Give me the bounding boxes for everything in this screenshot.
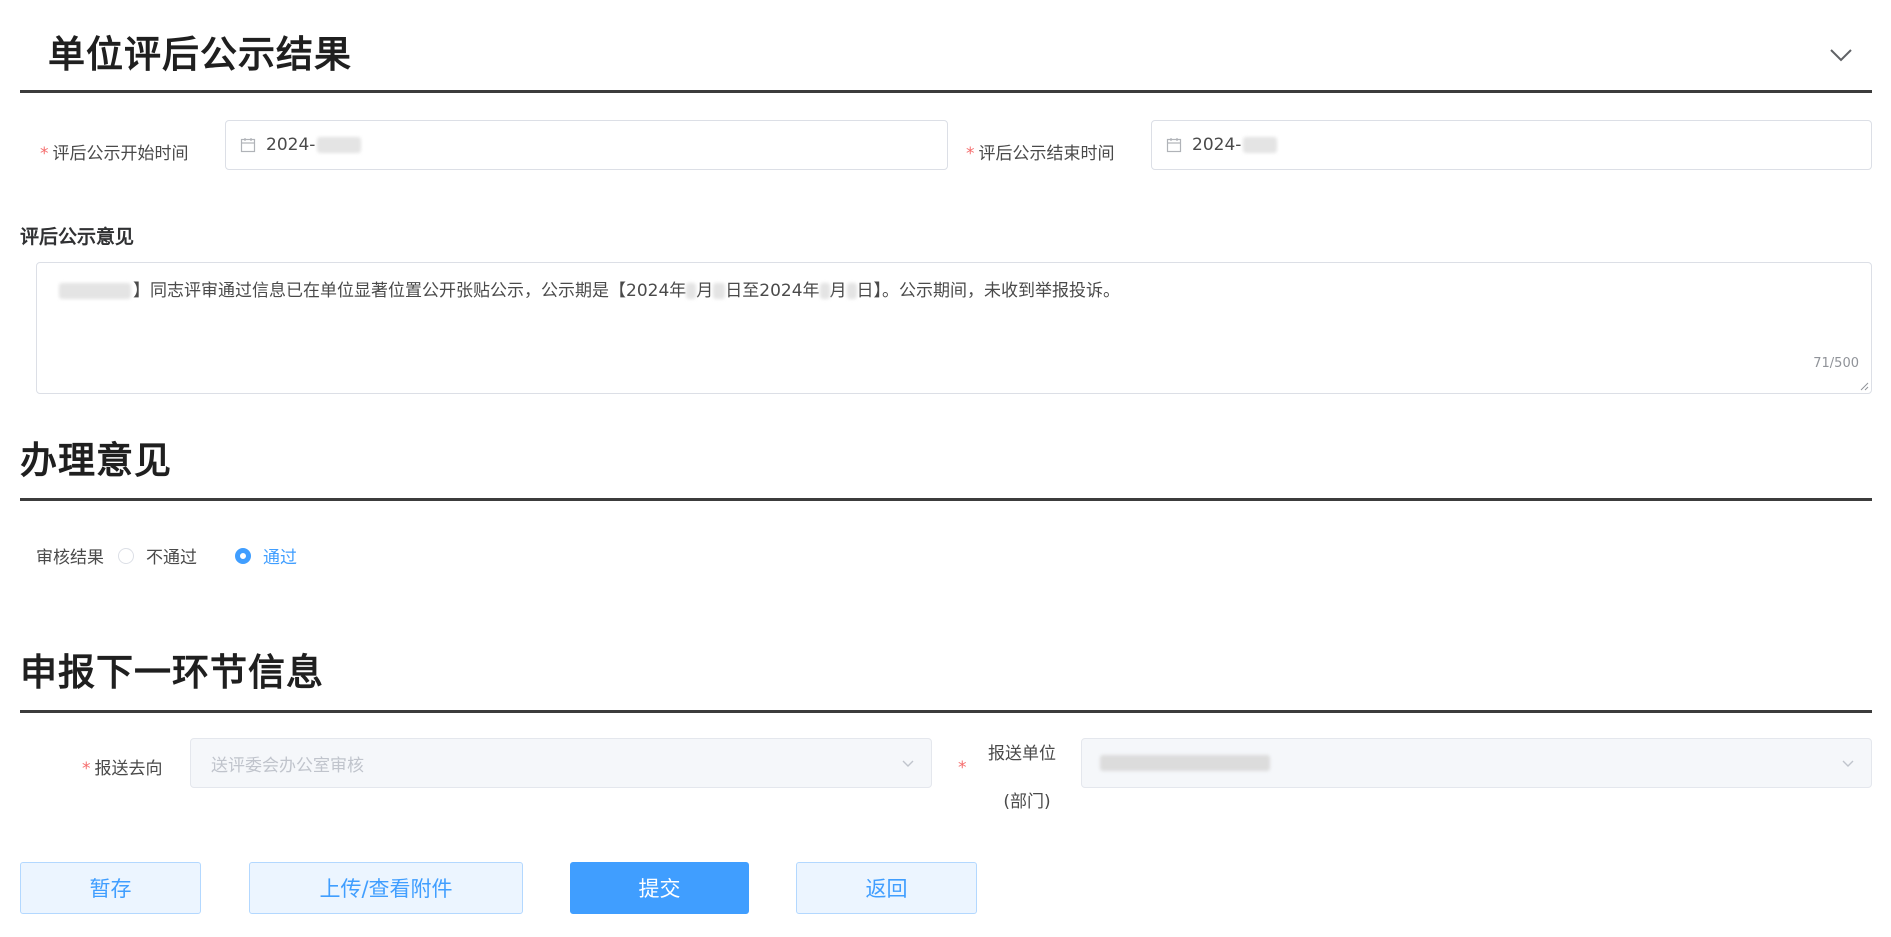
redacted-mask [1243,137,1278,153]
redacted-mask [713,283,726,299]
required-mark: * [82,759,91,779]
calendar-icon [240,138,256,153]
send-unit-select[interactable] [1081,738,1872,788]
redacted-mask [317,137,362,153]
back-button[interactable]: 返回 [796,862,977,914]
end-time-value: 2024- [1192,135,1242,155]
start-time-input[interactable]: 2024- [225,120,948,170]
review-result-row: 审核结果 不通过 通过 [36,543,335,568]
redacted-mask [59,283,131,299]
review-result-label: 审核结果 [36,548,104,568]
opinion-text: 】同志评审通过信息已在单位显著位置公开张贴公示，公示期是【2024年月日至202… [59,281,1120,301]
section-title: 单位评后公示结果 [48,33,352,76]
start-time-label: * 评后公示开始时间 [40,144,189,164]
end-time-label: * 评后公示结束时间 [966,144,1115,164]
chevron-down-icon [1842,760,1854,767]
redacted-mask [686,283,697,299]
opinion-textarea[interactable]: 】同志评审通过信息已在单位显著位置公开张贴公示，公示期是【2024年月日至202… [36,262,1872,394]
send-unit-label: 报送单位 (部门) [988,744,1056,812]
redacted-mask [846,283,857,299]
save-draft-button[interactable]: 暂存 [20,862,201,914]
start-time-value: 2024- [266,135,316,155]
section-header-handling-opinion: 办理意见 [20,436,1872,501]
opinion-label: 评后公示意见 [20,226,135,248]
upload-attachment-button[interactable]: 上传/查看附件 [249,862,523,914]
section-title: 申报下一环节信息 [20,651,324,694]
send-to-select[interactable]: 送评委会办公室审核 [190,738,932,788]
resize-handle-icon[interactable] [1859,381,1869,391]
chevron-down-icon [902,760,914,767]
required-mark: * [958,758,967,778]
calendar-icon [1166,138,1182,153]
radio-approve[interactable]: 通过 [235,543,297,568]
radio-label: 通过 [263,548,297,568]
chevron-down-icon[interactable] [1828,42,1854,68]
section-title: 办理意见 [20,439,172,482]
radio-reject[interactable]: 不通过 [118,543,197,568]
section-header-next-step: 申报下一环节信息 [20,650,1872,713]
radio-circle[interactable] [118,547,134,564]
send-to-placeholder: 送评委会办公室审核 [211,755,364,776]
end-time-input[interactable]: 2024- [1151,120,1872,170]
required-mark: * [40,144,49,164]
send-to-label: * 报送去向 [82,759,163,779]
radio-circle-checked[interactable] [235,547,251,564]
redacted-mask [1100,755,1270,771]
page: 单位评后公示结果 * 评后公示开始时间 2024- * 评后公示结束时间 2024- [0,0,1891,937]
submit-button[interactable]: 提交 [570,862,749,914]
radio-label: 不通过 [146,548,197,568]
redacted-mask [819,283,830,299]
required-mark: * [966,144,975,164]
char-counter: 71/500 [1813,356,1859,371]
section-header-publicity-result: 单位评后公示结果 [20,32,1872,93]
